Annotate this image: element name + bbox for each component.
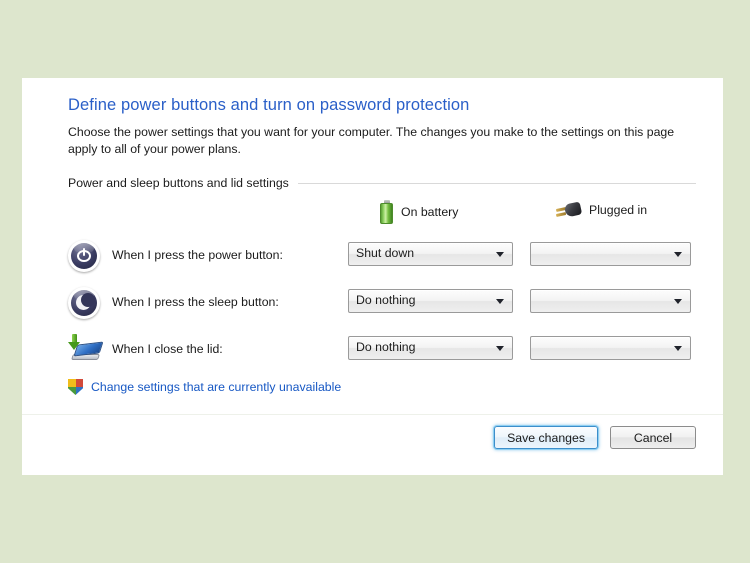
chevron-down-icon: [674, 299, 682, 304]
sleep-button-plugged-in-dropdown[interactable]: [530, 289, 691, 313]
chevron-down-icon: [674, 346, 682, 351]
section-header: Power and sleep buttons and lid settings: [68, 176, 696, 190]
chevron-down-icon: [496, 346, 504, 351]
setting-label-close-lid: When I close the lid:: [112, 342, 223, 356]
cancel-button[interactable]: Cancel: [610, 426, 696, 449]
uac-shield-icon: [68, 379, 83, 395]
setting-row-close-lid: When I close the lid: Do nothing: [68, 328, 698, 375]
column-header-plugged-in: Plugged in: [555, 200, 647, 220]
power-button-on-battery-value: Shut down: [356, 246, 415, 260]
battery-icon: [380, 200, 393, 224]
setting-row-sleep-button: When I press the sleep button: Do nothin…: [68, 281, 698, 328]
column-headers: On battery Plugged in: [68, 200, 698, 230]
close-lid-on-battery-dropdown[interactable]: Do nothing: [348, 336, 513, 360]
setting-row-power-button: When I press the power button: Shut down: [68, 234, 698, 281]
power-button-on-battery-dropdown[interactable]: Shut down: [348, 242, 513, 266]
change-unavailable-settings-label: Change settings that are currently unava…: [91, 380, 342, 394]
page-description: Choose the power settings that you want …: [68, 125, 675, 156]
power-button-plugged-in-dropdown[interactable]: [530, 242, 691, 266]
close-lid-on-battery-value: Do nothing: [356, 340, 416, 354]
sleep-button-on-battery-value: Do nothing: [356, 293, 416, 307]
power-button-icon: [68, 240, 100, 272]
close-lid-icon: [68, 334, 104, 366]
chevron-down-icon: [674, 252, 682, 257]
section-header-rule: [297, 182, 696, 184]
footer-divider: [22, 414, 723, 415]
footer-buttons: Save changes Cancel: [494, 426, 696, 449]
power-options-panel: Define power buttons and turn on passwor…: [22, 78, 723, 475]
section-header-label: Power and sleep buttons and lid settings: [68, 176, 289, 190]
page-title: Define power buttons and turn on passwor…: [68, 96, 470, 114]
column-label-plugged-in: Plugged in: [589, 203, 648, 217]
desktop-background: Define power buttons and turn on passwor…: [0, 0, 750, 563]
setting-label-sleep-button: When I press the sleep button:: [112, 295, 279, 309]
chevron-down-icon: [496, 299, 504, 304]
plug-icon: [555, 200, 583, 220]
sleep-button-on-battery-dropdown[interactable]: Do nothing: [348, 289, 513, 313]
chevron-down-icon: [496, 252, 504, 257]
close-lid-plugged-in-dropdown[interactable]: [530, 336, 691, 360]
save-changes-button[interactable]: Save changes: [494, 426, 598, 449]
column-label-on-battery: On battery: [401, 205, 459, 219]
sleep-button-icon: [68, 287, 100, 319]
setting-label-power-button: When I press the power button:: [112, 248, 283, 262]
change-unavailable-settings-link[interactable]: Change settings that are currently unava…: [68, 379, 698, 395]
column-header-on-battery: On battery: [380, 200, 458, 224]
panel-content: Define power buttons and turn on passwor…: [68, 96, 698, 395]
